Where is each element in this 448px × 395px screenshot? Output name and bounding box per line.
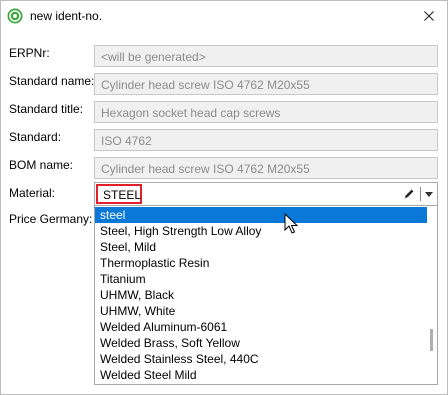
standard-name-label: Standard name: [9,74,95,88]
dropdown-option[interactable]: Titanium [95,271,427,287]
app-logo-icon [7,8,23,24]
close-button[interactable] [417,5,441,27]
chevron-down-icon[interactable] [425,192,433,197]
window-title: new ident-no. [30,9,103,23]
dropdown-option[interactable]: Thermoplastic Resin [95,255,427,271]
standard-name-field: Cylinder head screw ISO 4762 M20x55 [94,73,438,95]
material-dropdown-list[interactable]: steel Steel, High Strength Low Alloy Ste… [94,206,438,385]
standard-field: ISO 4762 [94,129,438,151]
dropdown-option[interactable]: Welded Steel Mild [95,367,427,383]
standard-title-label: Standard title: [9,102,84,116]
dropdown-option[interactable]: UHMW, Black [95,287,427,303]
standard-label: Standard: [9,130,62,144]
close-icon [424,11,434,21]
price-germany-label: Price Germany: [9,212,93,226]
dropdown-option[interactable]: Welded Aluminum-6061 [95,319,427,335]
material-label: Material: [9,186,56,200]
dropdown-option[interactable]: Steel, Mild [95,239,427,255]
mouse-cursor-icon [284,213,298,234]
dropdown-option[interactable]: steel [95,207,427,223]
dropdown-option[interactable]: Steel, High Strength Low Alloy [95,223,427,239]
material-combobox[interactable]: STEEL [94,182,438,206]
material-input[interactable]: STEEL [96,184,142,204]
dropdown-scrollbar-thumb[interactable] [430,329,433,351]
bom-name-label: BOM name: [9,158,74,172]
erpnr-field: <will be generated> [94,45,438,67]
dialog-window: new ident-no. ERPNr: <will be generated>… [0,0,448,395]
dropdown-option[interactable]: Welded Brass, Soft Yellow [95,335,427,351]
bom-name-field: Cylinder head screw ISO 4762 M20x55 [94,157,438,179]
standard-title-field: Hexagon socket head cap screws [94,101,438,123]
title-bar: new ident-no. [1,1,447,31]
combobox-separator [420,187,421,201]
erpnr-label: ERPNr: [9,46,50,60]
pencil-icon[interactable] [403,188,415,200]
dropdown-option[interactable]: Welded Stainless Steel, 440C [95,351,427,367]
dropdown-option[interactable]: UHMW, White [95,303,427,319]
